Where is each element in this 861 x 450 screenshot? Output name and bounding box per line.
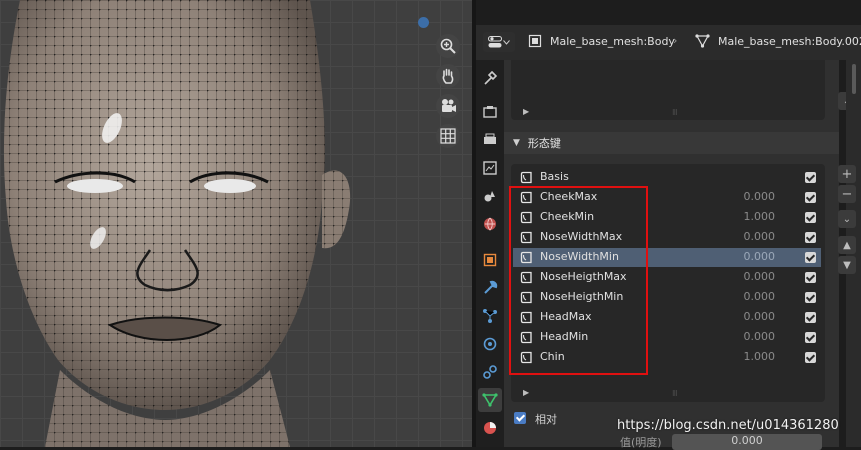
shape-key-mute-checkbox[interactable] [805,272,816,283]
world-icon[interactable] [478,212,502,236]
shape-key-value[interactable]: 0.000 [713,190,776,203]
shape-key-value[interactable]: 0.000 [713,250,776,263]
shape-keys-panel-header[interactable]: ▼ 形态键 [504,132,839,154]
breadcrumb-separator: › [673,34,678,47]
zoom-icon[interactable] [436,34,460,58]
shape-key-value[interactable]: 1.000 [713,210,776,223]
shape-key-mute-checkbox[interactable] [805,172,816,183]
material-icon[interactable] [478,416,502,440]
expand-triangle-icon[interactable]: ▶ [523,107,529,116]
value-label: 值(明度) [620,436,662,449]
watermark-text: https://blog.csdn.net/u014361280 [617,418,839,433]
camera-icon[interactable] [436,94,460,118]
move-up-button[interactable]: ▲ [838,236,856,254]
breadcrumb-object[interactable]: Male_base_mesh:Body [528,34,675,48]
hand-pan-icon[interactable] [436,64,460,88]
shape-key-mute-checkbox[interactable] [805,212,816,223]
annotation-highlight-box [509,186,648,375]
shape-key-mute-checkbox[interactable] [805,232,816,243]
shape-key-name[interactable]: Basis [540,170,569,183]
physics-icon[interactable] [478,332,502,356]
shape-key-mute-checkbox[interactable] [805,252,816,263]
constraints-icon[interactable] [478,360,502,384]
shape-key-icon [520,171,532,184]
object-name: Male_base_mesh:Body [550,34,675,48]
add-shape-key-button[interactable]: + [838,165,856,183]
relative-label: 相对 [535,413,557,426]
particles-icon[interactable] [478,304,502,328]
status-dot [418,17,429,28]
value-field[interactable]: 0.000 [672,434,822,450]
shape-key-row[interactable]: Basis [513,168,821,187]
properties-tabs [476,60,504,447]
modifier-icon[interactable] [478,276,502,300]
list-resize-grip[interactable]: ⁝⁝⁝ [672,389,678,398]
view-layer-icon[interactable] [478,156,502,180]
shape-key-mute-checkbox[interactable] [805,312,816,323]
move-down-button[interactable]: ▼ [838,256,856,274]
mesh-name: Male_base_mesh:Body.002 [718,34,861,48]
shape-key-mute-checkbox[interactable] [805,332,816,343]
shape-key-value[interactable]: 0.000 [713,330,776,343]
shape-key-mute-checkbox[interactable] [805,352,816,363]
breadcrumb-mesh[interactable]: Male_base_mesh:Body.002 [695,34,861,48]
list-resize-grip[interactable]: ⁝⁝⁝ [672,108,678,117]
object-square-icon [528,34,542,48]
data-icon[interactable] [478,388,502,412]
remove-shape-key-button[interactable]: − [838,185,856,203]
expand-triangle-icon[interactable]: ▶ [523,388,529,397]
render-icon[interactable] [478,100,502,124]
mesh-data-icon [695,34,710,48]
shape-key-mute-checkbox[interactable] [805,292,816,303]
shape-key-value[interactable]: 0.000 [713,310,776,323]
editor-type-button[interactable] [483,32,515,52]
shape-key-value[interactable]: 0.000 [713,290,776,303]
specials-menu-button[interactable]: ⌄ [838,210,856,228]
head-mesh [3,0,351,447]
relative-checkbox[interactable] [514,412,526,424]
shape-key-value[interactable]: 0.000 [713,270,776,283]
collapse-triangle-icon: ▼ [513,138,520,148]
chevron-down-icon [503,39,510,45]
grid-icon[interactable] [436,124,460,148]
uv-map-list [511,60,825,120]
object-icon[interactable] [478,248,502,272]
output-icon[interactable] [478,128,502,152]
scene-icon[interactable] [478,184,502,208]
scrollbar-thumb[interactable] [852,64,856,94]
properties-editor-icon [488,36,510,48]
shape-key-value[interactable]: 0.000 [713,230,776,243]
shape-keys-title: 形态键 [527,137,561,150]
shape-key-mute-checkbox[interactable] [805,192,816,203]
shape-key-value[interactable]: 1.000 [713,350,776,363]
tool-icon[interactable] [478,66,502,90]
3d-viewport[interactable] [0,0,472,447]
